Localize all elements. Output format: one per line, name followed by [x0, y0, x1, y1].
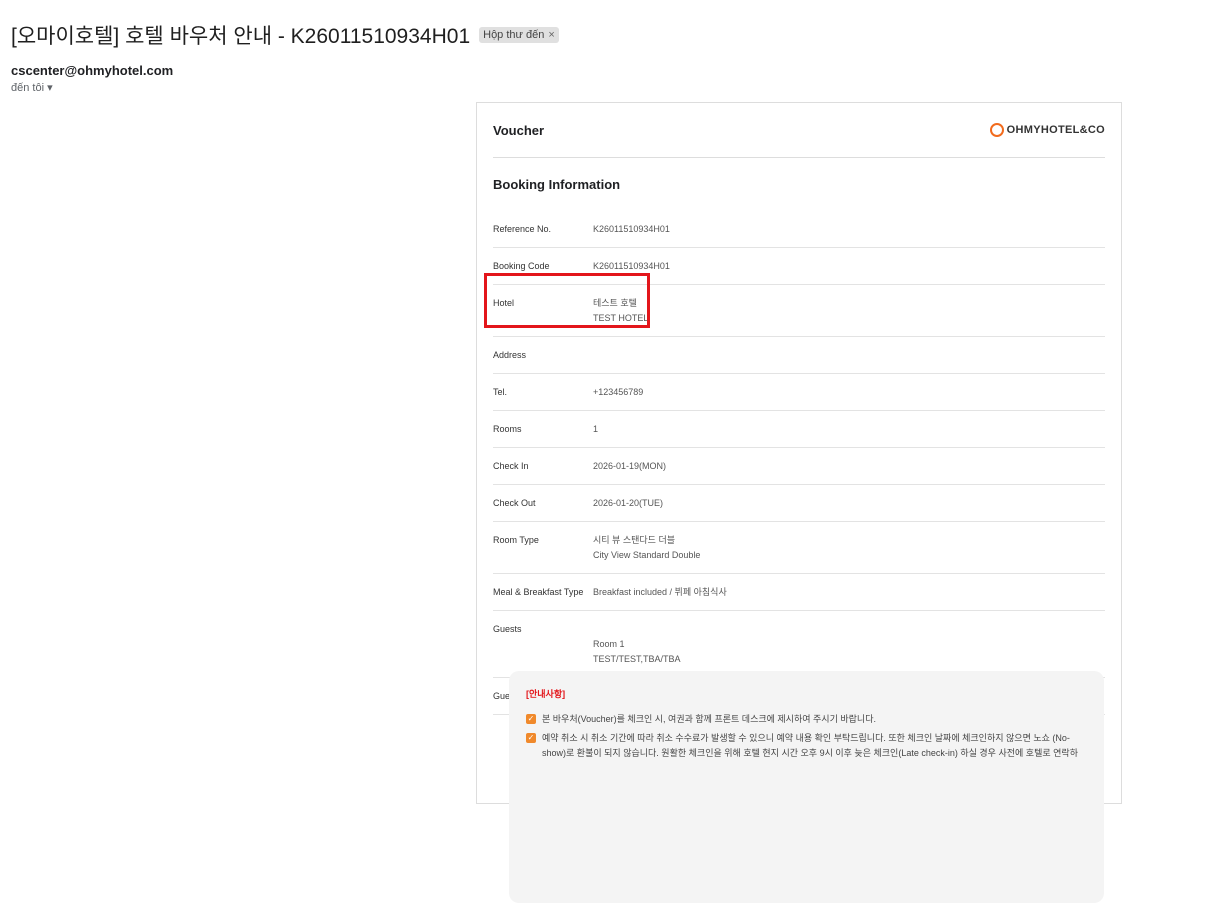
checkbox-icon: ✓	[526, 733, 536, 743]
value-line: Room 1	[593, 639, 625, 649]
row-label: Booking Code	[493, 261, 550, 271]
notice-text: 예약 취소 시 취소 기간에 따라 취소 수수료가 발생할 수 있으니 예약 내…	[542, 733, 1078, 758]
table-row: Reference No. K26011510934H01	[493, 211, 1105, 248]
table-row: Meal & Breakfast Type Breakfast included …	[493, 574, 1105, 611]
row-label: Guests	[493, 624, 522, 634]
value-line: Breakfast included / 뷔페 아침식사	[593, 587, 727, 597]
subject-text: [오마이호텔] 호텔 바우처 안내 - K26011510934H01	[11, 25, 471, 48]
row-value: 2026-01-19(MON)	[593, 459, 666, 474]
table-row: Tel. +123456789	[493, 374, 1105, 411]
checkbox-icon: ✓	[526, 714, 536, 724]
table-row: Address	[493, 337, 1105, 374]
row-label: Reference No.	[493, 224, 552, 234]
row-label: Meal & Breakfast Type	[493, 587, 584, 597]
table-row: Check In 2026-01-19(MON)	[493, 448, 1105, 485]
value-line: 시티 뷰 스탠다드 더블	[593, 535, 676, 545]
value-line: +123456789	[593, 387, 644, 397]
section-title: Booking Information	[493, 177, 621, 192]
row-value: K26011510934H01	[593, 259, 670, 274]
label-text: Hộp thư đến	[483, 29, 545, 41]
value-line: 2026-01-20(TUE)	[593, 498, 664, 508]
value-line: 2026-01-19(MON)	[593, 461, 667, 471]
voucher-header: Voucher OHMYHOTEL&CO	[493, 103, 1105, 158]
row-label: Address	[493, 350, 527, 360]
row-value: 시티 뷰 스탠다드 더블 City View Standard Double	[593, 533, 700, 563]
notice-box: [안내사항] ✓ 본 바우처(Voucher)를 체크인 시, 여권과 함께 프론…	[509, 671, 1104, 903]
row-label: Room Type	[493, 535, 539, 545]
row-value: 2026-01-20(TUE)	[593, 496, 663, 511]
recipient-text: đến tôi	[11, 82, 45, 94]
recipient-toggle[interactable]: đến tôi ▾	[11, 81, 53, 94]
table-row: Room Type 시티 뷰 스탠다드 더블 City View Standard …	[493, 522, 1105, 574]
row-value: Room 1 TEST/TEST,TBA/TBA	[593, 622, 681, 667]
orange-icon	[989, 123, 1004, 137]
notice-title: [안내사항]	[526, 689, 566, 699]
notice-item: ✓ 본 바우처(Voucher)를 체크인 시, 여권과 함께 프론트 데스크에 …	[526, 712, 1087, 727]
voucher-card: Voucher OHMYHOTEL&CO Booking Information…	[476, 102, 1122, 903]
inbox-label[interactable]: Hộp thư đến ×	[479, 27, 559, 43]
row-value: K26011510934H01	[593, 222, 670, 237]
row-label: Tel.	[493, 387, 508, 397]
table-row: Guests Room 1 TEST/TEST,TBA/TBA	[493, 611, 1105, 678]
remove-label-icon[interactable]: ×	[548, 29, 554, 41]
value-line: K26011510934H01	[593, 261, 670, 271]
notice-item: ✓ 예약 취소 시 취소 기간에 따라 취소 수수료가 발생할 수 있으니 예약 …	[526, 731, 1087, 761]
table-row: Rooms 1	[493, 411, 1105, 448]
row-value: 1	[593, 422, 598, 437]
value-line-2: TEST/TEST,TBA/TBA	[593, 654, 681, 664]
highlight-box	[484, 273, 650, 328]
row-label: Rooms	[493, 424, 522, 434]
email-subject: [오마이호텔] 호텔 바우처 안내 - K26011510934H01 Hộp t…	[11, 20, 559, 50]
value-line: K26011510934H01	[593, 224, 670, 234]
value-line-2: City View Standard Double	[593, 550, 701, 560]
sender-email[interactable]: cscenter@ohmyhotel.com	[11, 63, 173, 78]
row-label: Check Out	[493, 498, 536, 508]
chevron-down-icon: ▾	[47, 82, 53, 94]
ohmyhotel-logo: OHMYHOTEL&CO	[989, 123, 1105, 137]
voucher-title: Voucher	[493, 122, 545, 138]
table-row: Check Out 2026-01-20(TUE)	[493, 485, 1105, 522]
row-value: +123456789	[593, 385, 643, 400]
logo-text: OHMYHOTEL&CO	[1006, 124, 1105, 136]
notice-text: 본 바우처(Voucher)를 체크인 시, 여권과 함께 프론트 데스크에 제…	[542, 714, 876, 724]
row-value: Breakfast included / 뷔페 아침식사	[593, 585, 727, 600]
value-line: 1	[593, 424, 599, 434]
row-label: Check In	[493, 461, 529, 471]
